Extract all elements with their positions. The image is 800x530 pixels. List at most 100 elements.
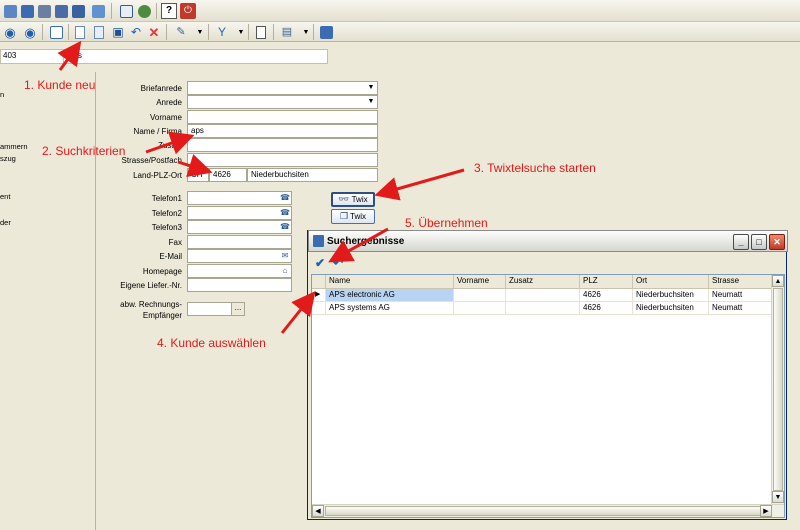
phone-icon[interactable]: ☎ (280, 222, 290, 232)
plz-field[interactable]: 4626 (209, 168, 247, 182)
strasse-field[interactable] (187, 153, 378, 167)
name-firma-field[interactable]: aps (187, 124, 378, 138)
cell-ort[interactable]: Niederbuchsiten (633, 289, 709, 302)
left-panel-item[interactable]: der (0, 218, 11, 227)
house-icon[interactable]: ⌂ (280, 266, 290, 276)
next-icon[interactable]: ◉ (22, 24, 38, 40)
copy-record-icon[interactable] (91, 24, 107, 40)
undo-icon[interactable]: ↶ (330, 255, 346, 271)
hscroll-thumb[interactable] (325, 506, 765, 516)
scroll-right-icon[interactable]: ▶ (760, 505, 772, 517)
vertical-scrollbar[interactable]: ▲ ▼ (771, 275, 784, 504)
scroll-down-icon[interactable]: ▼ (772, 491, 784, 503)
tools-dropdown-icon[interactable]: ▼ (192, 24, 208, 40)
documents-icon[interactable] (90, 3, 106, 19)
calculator-icon[interactable] (53, 3, 69, 19)
print-dropdown-icon[interactable]: ▼ (298, 24, 314, 40)
maximize-icon[interactable]: □ (751, 234, 767, 250)
close-icon[interactable]: ✕ (769, 234, 785, 250)
left-panel-item[interactable]: ammern (0, 142, 28, 151)
arrow-step4 (280, 290, 316, 334)
binoculars-icon: 👓 (338, 194, 350, 204)
phone-icon[interactable]: ☎ (280, 193, 290, 203)
cell-strasse[interactable]: Neumatt (709, 302, 773, 315)
dialog-toolbar: ✔ ↶ (310, 253, 786, 273)
left-panel-item[interactable]: ent (0, 192, 10, 201)
notes-icon[interactable] (318, 24, 334, 40)
minimize-icon[interactable]: _ (733, 234, 749, 250)
delete-icon[interactable]: ✕ (146, 24, 162, 40)
table-row[interactable]: ▶ APS electronic AG 4626 Niederbuchsiten… (312, 289, 774, 302)
scroll-up-icon[interactable]: ▲ (772, 275, 784, 287)
mail-icon[interactable]: ✉ (280, 251, 290, 261)
telefon2-field[interactable]: ☎ (187, 206, 292, 220)
dialog-title-bar[interactable]: Suchergebnisse _ □ ✕ (308, 230, 788, 252)
anrede-select[interactable]: ▼ (187, 95, 378, 109)
twix-copy-button[interactable]: ❐ Twix (331, 209, 375, 224)
list-view-icon[interactable] (48, 24, 64, 40)
column-header-ort[interactable]: Ort (633, 275, 709, 289)
checkmark-icon[interactable]: ✔ (312, 255, 328, 271)
ellipsis-button[interactable]: ... (231, 303, 244, 315)
chevron-down-icon[interactable]: ▼ (366, 83, 376, 93)
column-header-name[interactable]: Name (326, 275, 454, 289)
tools-icon[interactable]: ✎ (173, 24, 189, 40)
ort-field[interactable]: Niederbuchsiten (247, 168, 378, 182)
left-panel-item[interactable]: szug (0, 154, 16, 163)
cell-name[interactable]: APS systems AG (326, 302, 454, 315)
telefon3-field[interactable]: ☎ (187, 220, 292, 234)
ledger-icon[interactable] (70, 3, 86, 19)
rechnung-field[interactable]: ... (187, 302, 245, 316)
telefon1-field[interactable]: ☎ (187, 191, 292, 205)
column-header-strasse[interactable]: Strasse (709, 275, 773, 289)
contacts-icon[interactable] (19, 3, 35, 19)
scroll-left-icon[interactable]: ◀ (312, 505, 324, 517)
filter-icon[interactable]: Y (214, 24, 230, 40)
new-record-icon[interactable] (72, 24, 88, 40)
customers-icon[interactable] (2, 3, 18, 19)
globe-icon[interactable] (136, 3, 152, 19)
copy-icon: ❐ (339, 211, 349, 221)
exit-icon[interactable]: ⏻ (180, 3, 196, 19)
cell-name[interactable]: APS electronic AG (326, 289, 454, 302)
vorname-field[interactable] (187, 110, 378, 124)
chevron-down-icon[interactable]: ▼ (366, 97, 376, 107)
horizontal-scrollbar[interactable]: ◀ ▶ (312, 504, 784, 517)
previous-icon[interactable]: ◉ (2, 24, 18, 40)
window-icon[interactable] (118, 3, 134, 19)
cell-plz[interactable]: 4626 (580, 302, 633, 315)
cell-plz[interactable]: 4626 (580, 289, 633, 302)
fax-field[interactable] (187, 235, 292, 249)
twix-search-button[interactable]: 👓 Twix (331, 192, 375, 207)
save-icon[interactable]: ▣ (110, 24, 126, 40)
column-header-vorname[interactable]: Vorname (454, 275, 506, 289)
row-pointer-icon: ▶ (312, 289, 326, 302)
cell-zusatz[interactable] (506, 289, 580, 302)
scroll-thumb[interactable] (773, 288, 783, 491)
table-row[interactable]: APS systems AG 4626 Niederbuchsiten Neum… (312, 302, 774, 315)
cell-vorname[interactable] (454, 289, 506, 302)
land-field[interactable]: CH (187, 168, 209, 182)
briefanrede-select[interactable]: ▼ (187, 81, 378, 95)
annotation-step2: 2. Suchkriterien (42, 144, 126, 158)
help-icon[interactable]: ? (161, 3, 177, 19)
column-header-plz[interactable]: PLZ (580, 275, 633, 289)
report-icon[interactable] (253, 24, 269, 40)
rechnung-label-line2: Empfänger (142, 311, 182, 320)
undo-icon[interactable]: ↶ (128, 24, 144, 40)
email-field[interactable]: ✉ (187, 249, 292, 263)
app-window: ? ⏻ ◉ ◉ ▣ ↶ ✕ ✎ ▼ Y ▼ ▤ ▼ 403 aps n amme… (0, 0, 800, 530)
filter-dropdown-icon[interactable]: ▼ (233, 24, 249, 40)
vehicle-icon[interactable] (36, 3, 52, 19)
print-icon[interactable]: ▤ (279, 24, 295, 40)
cell-vorname[interactable] (454, 302, 506, 315)
cell-ort[interactable]: Niederbuchsiten (633, 302, 709, 315)
zusatz-field[interactable] (187, 138, 378, 152)
cell-strasse[interactable]: Neumatt (709, 289, 773, 302)
phone-icon[interactable]: ☎ (280, 208, 290, 218)
left-panel-item[interactable]: n (0, 90, 4, 99)
column-header-zusatz[interactable]: Zusatz (506, 275, 580, 289)
homepage-field[interactable]: ⌂ (187, 264, 292, 278)
lieferant-field[interactable] (187, 278, 292, 292)
cell-zusatz[interactable] (506, 302, 580, 315)
